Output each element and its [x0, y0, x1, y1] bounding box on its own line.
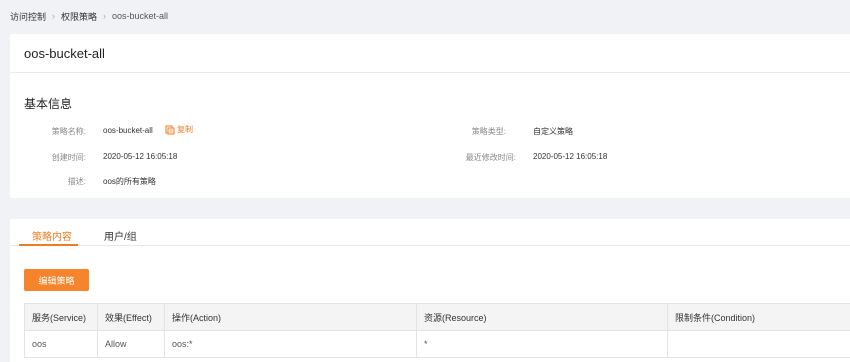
copy-button[interactable]: 复制 — [165, 124, 193, 135]
policy-name-value: oos-bucket-all — [103, 126, 153, 135]
table-row: oos Allow oos:* * — [25, 331, 850, 357]
tab-bar: 策略内容 用户/组 — [10, 219, 850, 246]
breadcrumb: 访问控制 › 权限策略 › oos-bucket-all — [10, 9, 168, 23]
policy-content-card: 策略内容 用户/组 编辑策略 服务(Service) 效果(Effect) 操作… — [10, 219, 850, 362]
tab-users-groups[interactable]: 用户/组 — [104, 228, 137, 243]
cell-service: oos — [25, 331, 98, 357]
copy-icon — [165, 125, 175, 134]
policy-type-value: 自定义策略 — [533, 127, 573, 136]
cell-action: oos:* — [165, 331, 417, 357]
policy-info-card: oos-bucket-all 基本信息 策略名称: oos-bucket-all… — [10, 34, 850, 198]
cell-resource: * — [417, 331, 668, 357]
tab-policy-content[interactable]: 策略内容 — [32, 228, 72, 243]
modified-time-value: 2020-05-12 16:05:18 — [533, 152, 608, 161]
modified-time-label: 最近修改时间: — [465, 153, 516, 162]
description-value: oos的所有策略 — [103, 177, 156, 186]
edit-policy-button[interactable]: 编辑策略 — [24, 269, 89, 291]
column-header-service: 服务(Service) — [25, 304, 98, 330]
page-title: oos-bucket-all — [24, 46, 105, 61]
active-tab-indicator — [19, 244, 78, 246]
table-header: 服务(Service) 效果(Effect) 操作(Action) 资源(Res… — [25, 304, 850, 331]
chevron-right-icon: › — [103, 11, 107, 21]
policy-statement-table: 服务(Service) 效果(Effect) 操作(Action) 资源(Res… — [24, 303, 850, 358]
chevron-right-icon: › — [52, 11, 56, 21]
cell-condition — [668, 331, 850, 357]
description-label: 描述: — [67, 177, 86, 186]
created-time-value: 2020-05-12 16:05:18 — [103, 152, 178, 161]
breadcrumb-current: oos-bucket-all — [112, 11, 169, 21]
column-header-resource: 资源(Resource) — [417, 304, 668, 330]
breadcrumb-access-control[interactable]: 访问控制 — [10, 10, 46, 23]
column-header-effect: 效果(Effect) — [98, 304, 165, 330]
copy-label: 复制 — [177, 125, 193, 134]
breadcrumb-policies[interactable]: 权限策略 — [61, 10, 97, 23]
policy-type-label: 策略类型: — [471, 127, 506, 136]
divider — [10, 72, 850, 73]
column-header-action: 操作(Action) — [165, 304, 417, 330]
cell-effect: Allow — [98, 331, 165, 357]
column-header-condition: 限制条件(Condition) — [675, 312, 756, 323]
created-time-label: 创建时间: — [51, 153, 86, 162]
section-title-basic-info: 基本信息 — [24, 97, 73, 111]
policy-name-label: 策略名称: — [51, 127, 86, 136]
